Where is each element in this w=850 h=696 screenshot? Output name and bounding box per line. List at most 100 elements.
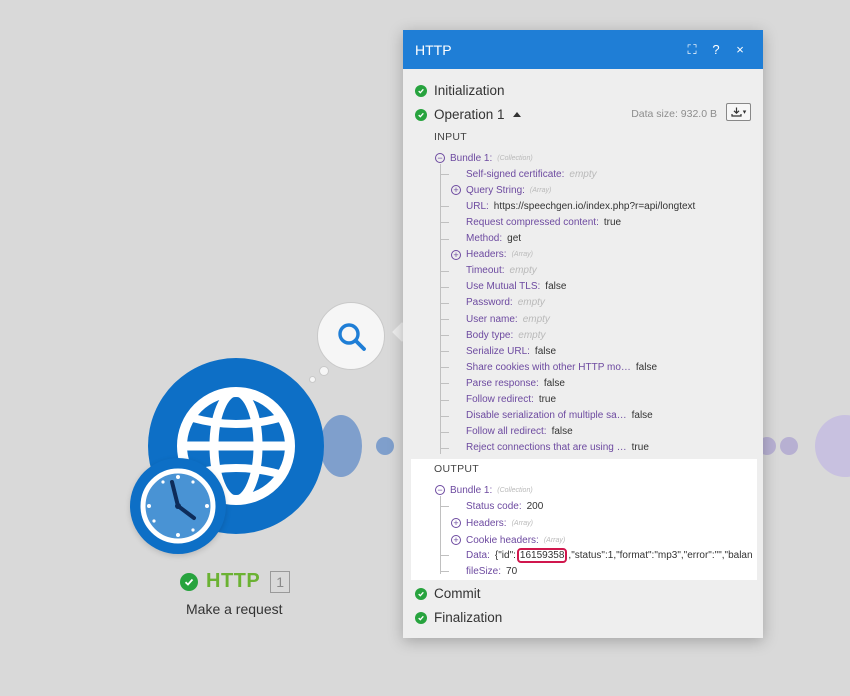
tree-guide — [441, 174, 449, 176]
stage-operation-1[interactable]: Operation 1 — [415, 107, 521, 122]
input-row-key: URL: — [466, 200, 489, 212]
input-row: Follow redirect: true — [466, 393, 556, 407]
headers-type: (Array) — [511, 519, 533, 527]
stage-label: Operation 1 — [434, 107, 505, 122]
connection-dot — [780, 437, 798, 455]
expand-plus-icon[interactable]: + — [451, 518, 461, 528]
input-row-value: true — [603, 216, 622, 228]
tree-guide — [441, 206, 449, 208]
output-bundle-row[interactable]: − Bundle 1: (Collection) — [435, 483, 533, 497]
schedule-clock-button[interactable] — [130, 458, 226, 554]
expand-plus-icon[interactable]: + — [451, 185, 461, 196]
success-check-icon — [415, 611, 427, 624]
output-filesize-row: fileSize: 70 — [466, 564, 517, 578]
expand-plus-icon[interactable]: + — [451, 249, 461, 260]
tree-guide — [441, 270, 449, 272]
bubble-dot — [319, 366, 329, 376]
input-row-value: (Array) — [529, 186, 552, 194]
stage-initialization[interactable]: Initialization — [415, 83, 505, 98]
input-row-key: Serialize URL: — [466, 345, 530, 357]
input-row-value: false — [551, 426, 573, 438]
input-row-key: Parse response: — [466, 377, 539, 389]
cookie-headers-key: Cookie headers: — [466, 534, 539, 546]
module-title: HTTP — [206, 570, 261, 592]
caret-up-icon[interactable] — [512, 112, 521, 117]
input-row: Request compressed content: true — [466, 215, 621, 229]
stage-finalization[interactable]: Finalization — [415, 610, 502, 625]
search-icon — [338, 323, 366, 351]
bubble-dot — [309, 376, 316, 383]
module-subtitle: Make a request — [186, 601, 283, 617]
tree-guide — [441, 222, 449, 224]
input-row-key: Use Mutual TLS: — [466, 281, 541, 293]
expand-icon[interactable]: ⛶ — [681, 42, 703, 58]
data-value-suffix: ,"status":1,"format":"mp3","error":"","b… — [568, 549, 753, 561]
download-icon — [731, 107, 742, 117]
input-row: Body type: empty — [466, 328, 546, 342]
input-row: Reject connections that are using … true — [466, 441, 649, 455]
output-cookie-headers-row[interactable]: + Cookie headers: (Array) — [451, 533, 565, 547]
module-number-badge: 1 — [270, 570, 291, 593]
input-row-key: Timeout: — [466, 265, 505, 277]
module-title-row: HTTP 1 — [180, 570, 291, 593]
status-code-value: 200 — [526, 500, 544, 512]
input-row-key: User name: — [466, 313, 518, 325]
input-row-value: (Array) — [511, 251, 533, 259]
input-row: URL: https://speechgen.io/index.php?r=api… — [466, 199, 695, 213]
input-row: Method: get — [466, 232, 521, 246]
output-status-row: Status code: 200 — [466, 499, 543, 513]
output-data-row: Data: {"id": 16159358 ,"status":1,"forma… — [466, 547, 753, 563]
input-row: Use Mutual TLS: false — [466, 280, 566, 294]
tree-guide — [441, 571, 449, 572]
collapse-icon[interactable]: − — [435, 153, 445, 163]
input-row-key: Method: — [466, 233, 503, 244]
tree-guide — [441, 335, 449, 337]
download-button[interactable]: ▾ — [726, 103, 751, 121]
input-row-value: empty — [518, 329, 546, 341]
input-row-value: empty — [522, 313, 550, 325]
tree-guide — [441, 399, 449, 401]
inspector-bubble[interactable] — [317, 302, 385, 370]
input-row-key: Follow all redirect: — [466, 426, 547, 438]
input-row-key: Follow redirect: — [466, 394, 534, 405]
panel-title: HTTP — [415, 41, 452, 58]
tree-guide — [441, 555, 449, 556]
input-row: Password: empty — [466, 296, 545, 310]
input-row-value: empty — [569, 168, 597, 180]
input-row-value: true — [538, 394, 557, 405]
input-row[interactable]: + Query String: (Array) — [451, 183, 551, 197]
tree-guide — [441, 383, 449, 385]
tree-guide — [441, 506, 449, 507]
input-row[interactable]: + Headers: (Array) — [451, 248, 533, 262]
input-row: Self-signed certificate: empty — [466, 167, 597, 181]
input-section-label: INPUT — [434, 131, 467, 143]
input-row-value: get — [507, 233, 522, 244]
input-row-value: false — [545, 281, 567, 293]
tree-guide — [441, 415, 449, 417]
tree-guide — [441, 367, 449, 369]
chevron-down-icon: ▾ — [742, 109, 747, 116]
output-bundle-key: Bundle 1: — [450, 484, 493, 496]
input-row: Timeout: empty — [466, 264, 537, 278]
output-headers-row[interactable]: + Headers: (Array) — [451, 516, 533, 530]
panel-header: HTTP ⛶ ? × — [403, 30, 763, 69]
input-bundle-key: Bundle 1: — [450, 152, 493, 164]
success-check-icon — [180, 572, 198, 591]
help-icon[interactable]: ? — [705, 42, 727, 57]
success-check-icon — [415, 108, 427, 121]
input-row: Share cookies with other HTTP mo… false — [466, 360, 657, 374]
input-bundle-row[interactable]: − Bundle 1: (Collection) — [435, 151, 533, 165]
filesize-key: fileSize: — [466, 565, 502, 577]
input-row-value: empty — [509, 265, 537, 277]
filesize-value: 70 — [506, 565, 518, 577]
close-icon[interactable]: × — [729, 42, 751, 57]
tree-guide — [441, 286, 449, 288]
expand-plus-icon[interactable]: + — [451, 535, 461, 545]
input-row-value: false — [635, 361, 658, 373]
stage-commit[interactable]: Commit — [415, 586, 481, 601]
stage-label: Commit — [434, 586, 481, 601]
collapse-icon[interactable]: − — [435, 485, 445, 495]
cookie-headers-type: (Array) — [543, 536, 566, 544]
input-row-key: Share cookies with other HTTP mo… — [466, 361, 631, 373]
output-bundle-type: (Collection) — [497, 486, 533, 494]
